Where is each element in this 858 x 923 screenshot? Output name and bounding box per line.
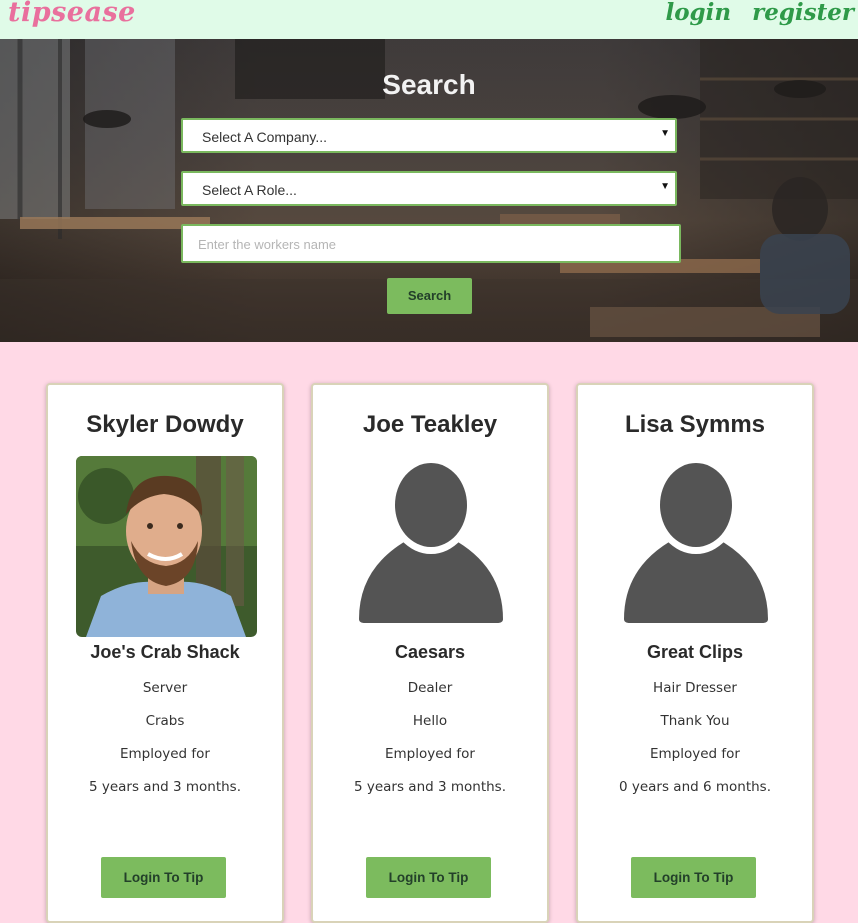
employed-label: Employed for bbox=[120, 746, 210, 762]
login-to-tip-button[interactable]: Login To Tip bbox=[366, 857, 491, 898]
site-logo[interactable]: tipsease bbox=[8, 0, 136, 28]
worker-company: Joe's Crab Shack bbox=[90, 642, 240, 662]
employment-duration: 5 years and 3 months. bbox=[353, 779, 507, 795]
role-select-value: Select A Role... bbox=[202, 182, 297, 198]
default-avatar-icon bbox=[606, 456, 787, 637]
worker-role: Dealer bbox=[407, 680, 453, 696]
employment-duration: 5 years and 3 months. bbox=[88, 779, 242, 795]
company-select-value: Select A Company... bbox=[202, 129, 328, 145]
login-to-tip-button[interactable]: Login To Tip bbox=[631, 857, 756, 898]
worker-card: Skyler Dowdy Joe's Crab Shack Server Cra… bbox=[46, 383, 284, 923]
worker-tagline: Thank You bbox=[660, 713, 730, 729]
worker-name-placeholder: Enter the workers name bbox=[198, 237, 337, 252]
default-avatar-icon bbox=[341, 456, 522, 637]
search-title: Search bbox=[382, 69, 476, 100]
login-link[interactable]: login bbox=[665, 0, 731, 26]
employed-label: Employed for bbox=[385, 746, 475, 762]
worker-role: Server bbox=[142, 680, 188, 696]
chevron-down-icon: ▼ bbox=[660, 128, 670, 139]
search-hero: Search Select A Company... ▼ Select A Ro… bbox=[0, 39, 858, 342]
nav-links: login register bbox=[652, 0, 854, 26]
worker-card: Joe Teakley Caesars Dealer Hello Employe… bbox=[311, 383, 549, 923]
top-navbar: tipsease login register bbox=[0, 0, 858, 39]
worker-tagline: Hello bbox=[412, 713, 448, 729]
employment-duration: 0 years and 6 months. bbox=[618, 779, 772, 795]
worker-name: Joe Teakley bbox=[362, 411, 498, 438]
worker-name: Lisa Symms bbox=[624, 411, 766, 438]
worker-role: Hair Dresser bbox=[653, 680, 737, 696]
worker-company: Caesars bbox=[394, 642, 466, 662]
worker-card: Lisa Symms Great Clips Hair Dresser Than… bbox=[576, 383, 814, 923]
login-to-tip-button[interactable]: Login To Tip bbox=[101, 857, 226, 898]
worker-photo bbox=[76, 456, 257, 637]
role-select[interactable]: Select A Role... ▼ bbox=[181, 171, 677, 206]
company-select[interactable]: Select A Company... ▼ bbox=[181, 118, 677, 153]
worker-tagline: Crabs bbox=[145, 713, 185, 729]
chevron-down-icon: ▼ bbox=[660, 181, 670, 192]
worker-company: Great Clips bbox=[646, 642, 744, 662]
worker-name-input[interactable]: Enter the workers name bbox=[181, 224, 681, 263]
search-button[interactable]: Search bbox=[387, 278, 472, 314]
employed-label: Employed for bbox=[650, 746, 740, 762]
worker-name: Skyler Dowdy bbox=[86, 411, 244, 438]
register-link[interactable]: register bbox=[752, 0, 854, 26]
